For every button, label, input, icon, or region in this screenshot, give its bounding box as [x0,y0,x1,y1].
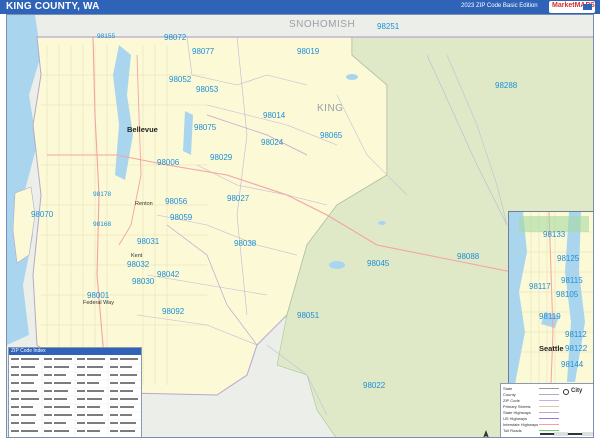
zip-label: 98006 [157,158,180,167]
zip-label: 98133 [543,230,566,239]
zip-label: 98077 [192,47,215,56]
title-bar: KING COUNTY, WA 2023 ZIP Code Basic Edit… [0,0,600,14]
zip-label: 98014 [263,111,286,120]
zip-label: 98059 [170,213,193,222]
zip-label: 98030 [132,277,155,286]
legend-city-label: City [571,388,583,394]
zip-label: 98027 [227,194,250,203]
zip-label: 98045 [367,259,390,268]
zip-label: 98105 [556,290,579,299]
zip-label: 98032 [127,260,150,269]
north-arrow-icon [483,430,489,437]
zip-label: 98051 [297,311,320,320]
small-lake [378,221,386,225]
edition-label: 2023 ZIP Code Basic Edition [461,3,538,9]
map-canvas[interactable]: SNOHOMISH KING 98251 98155 98072 98077 9… [6,14,594,438]
zip-label: 98178 [93,191,112,198]
zip-label: 98052 [169,75,192,84]
zip-label: 98029 [210,153,233,162]
zip-code-index-table[interactable]: ZIP Code Index [8,347,142,437]
legend-item-us-highways: US Highways [503,416,528,421]
zip-label: 98144 [561,360,584,369]
zip-label: 98117 [529,282,551,291]
zip-label: 98155 [97,33,116,40]
zip-label: 98122 [565,344,588,353]
map-title: KING COUNTY, WA [6,1,100,12]
zip-label: 98022 [363,381,386,390]
brand-logo: MarketMAPS [549,1,595,13]
zip-table-header: ZIP Code Index [9,348,141,355]
legend-swatch-zip [539,400,559,401]
seattle-inset-map[interactable]: 98133 98125 98117 98105 98115 98119 9811… [508,211,593,385]
zip-label: 98072 [164,33,187,42]
legend-item-interstate: Interstate Highways [503,422,539,427]
zip-label: 98053 [196,85,219,94]
zip-label: 98042 [157,270,180,279]
legend-swatch-county [539,394,559,395]
map-legend: State County ZIP Code Primary Streets St… [500,383,593,437]
legend-swatch-interstate [539,424,559,425]
city-label-federal-way: Federal Way [83,300,114,306]
legend-item-primary-streets: Primary Streets [503,404,531,409]
zip-label: 98112 [565,330,587,339]
zip-label: 98125 [557,254,580,263]
zip-table-rows [9,356,141,436]
county-label-snohomish: SNOHOMISH [289,19,356,30]
zip-label: 98115 [561,276,583,285]
zip-label: 98070 [31,210,54,219]
legend-swatch-state-highways [539,412,559,413]
map-page: KING COUNTY, WA 2023 ZIP Code Basic Edit… [0,0,600,441]
legend-item-toll-roads: Toll Roads [503,428,522,433]
legend-item-state-highways: State Highways [503,410,531,415]
county-label-king: KING [317,103,344,114]
brand-logo-flag-icon [583,4,592,10]
legend-swatch-us-highways [539,418,559,419]
legend-item-state: State [503,386,513,391]
zip-label: 98024 [261,138,284,147]
city-label-bellevue: Bellevue [127,125,158,134]
zip-label: 98038 [234,239,257,248]
scale-bar-icon [540,432,593,436]
zip-label: 98251 [377,22,400,31]
zip-label: 98019 [297,47,320,56]
legend-swatch-state [539,388,559,389]
city-dot-icon [563,389,569,395]
city-label-renton: Renton [135,201,153,207]
city-label-seattle: Seattle [539,344,564,353]
legend-item-zip-code: ZIP Code [503,398,520,403]
legend-swatch-streets [539,406,559,407]
zip-label: 98031 [137,237,160,246]
zip-label: 98056 [165,197,188,206]
zip-label: 98119 [539,312,561,321]
zip-label: 98168 [93,221,112,228]
zip-label: 98288 [495,81,518,90]
zip-label: 98075 [194,123,217,132]
zip-label: 98001 [87,291,110,300]
zip-label: 98065 [320,131,343,140]
city-label-kent: Kent [131,253,143,259]
legend-item-county: County [503,392,516,397]
small-lake [346,74,358,80]
zip-label: 98092 [162,307,185,316]
chester-morse-lake [329,261,345,269]
zip-label: 98088 [457,252,480,261]
